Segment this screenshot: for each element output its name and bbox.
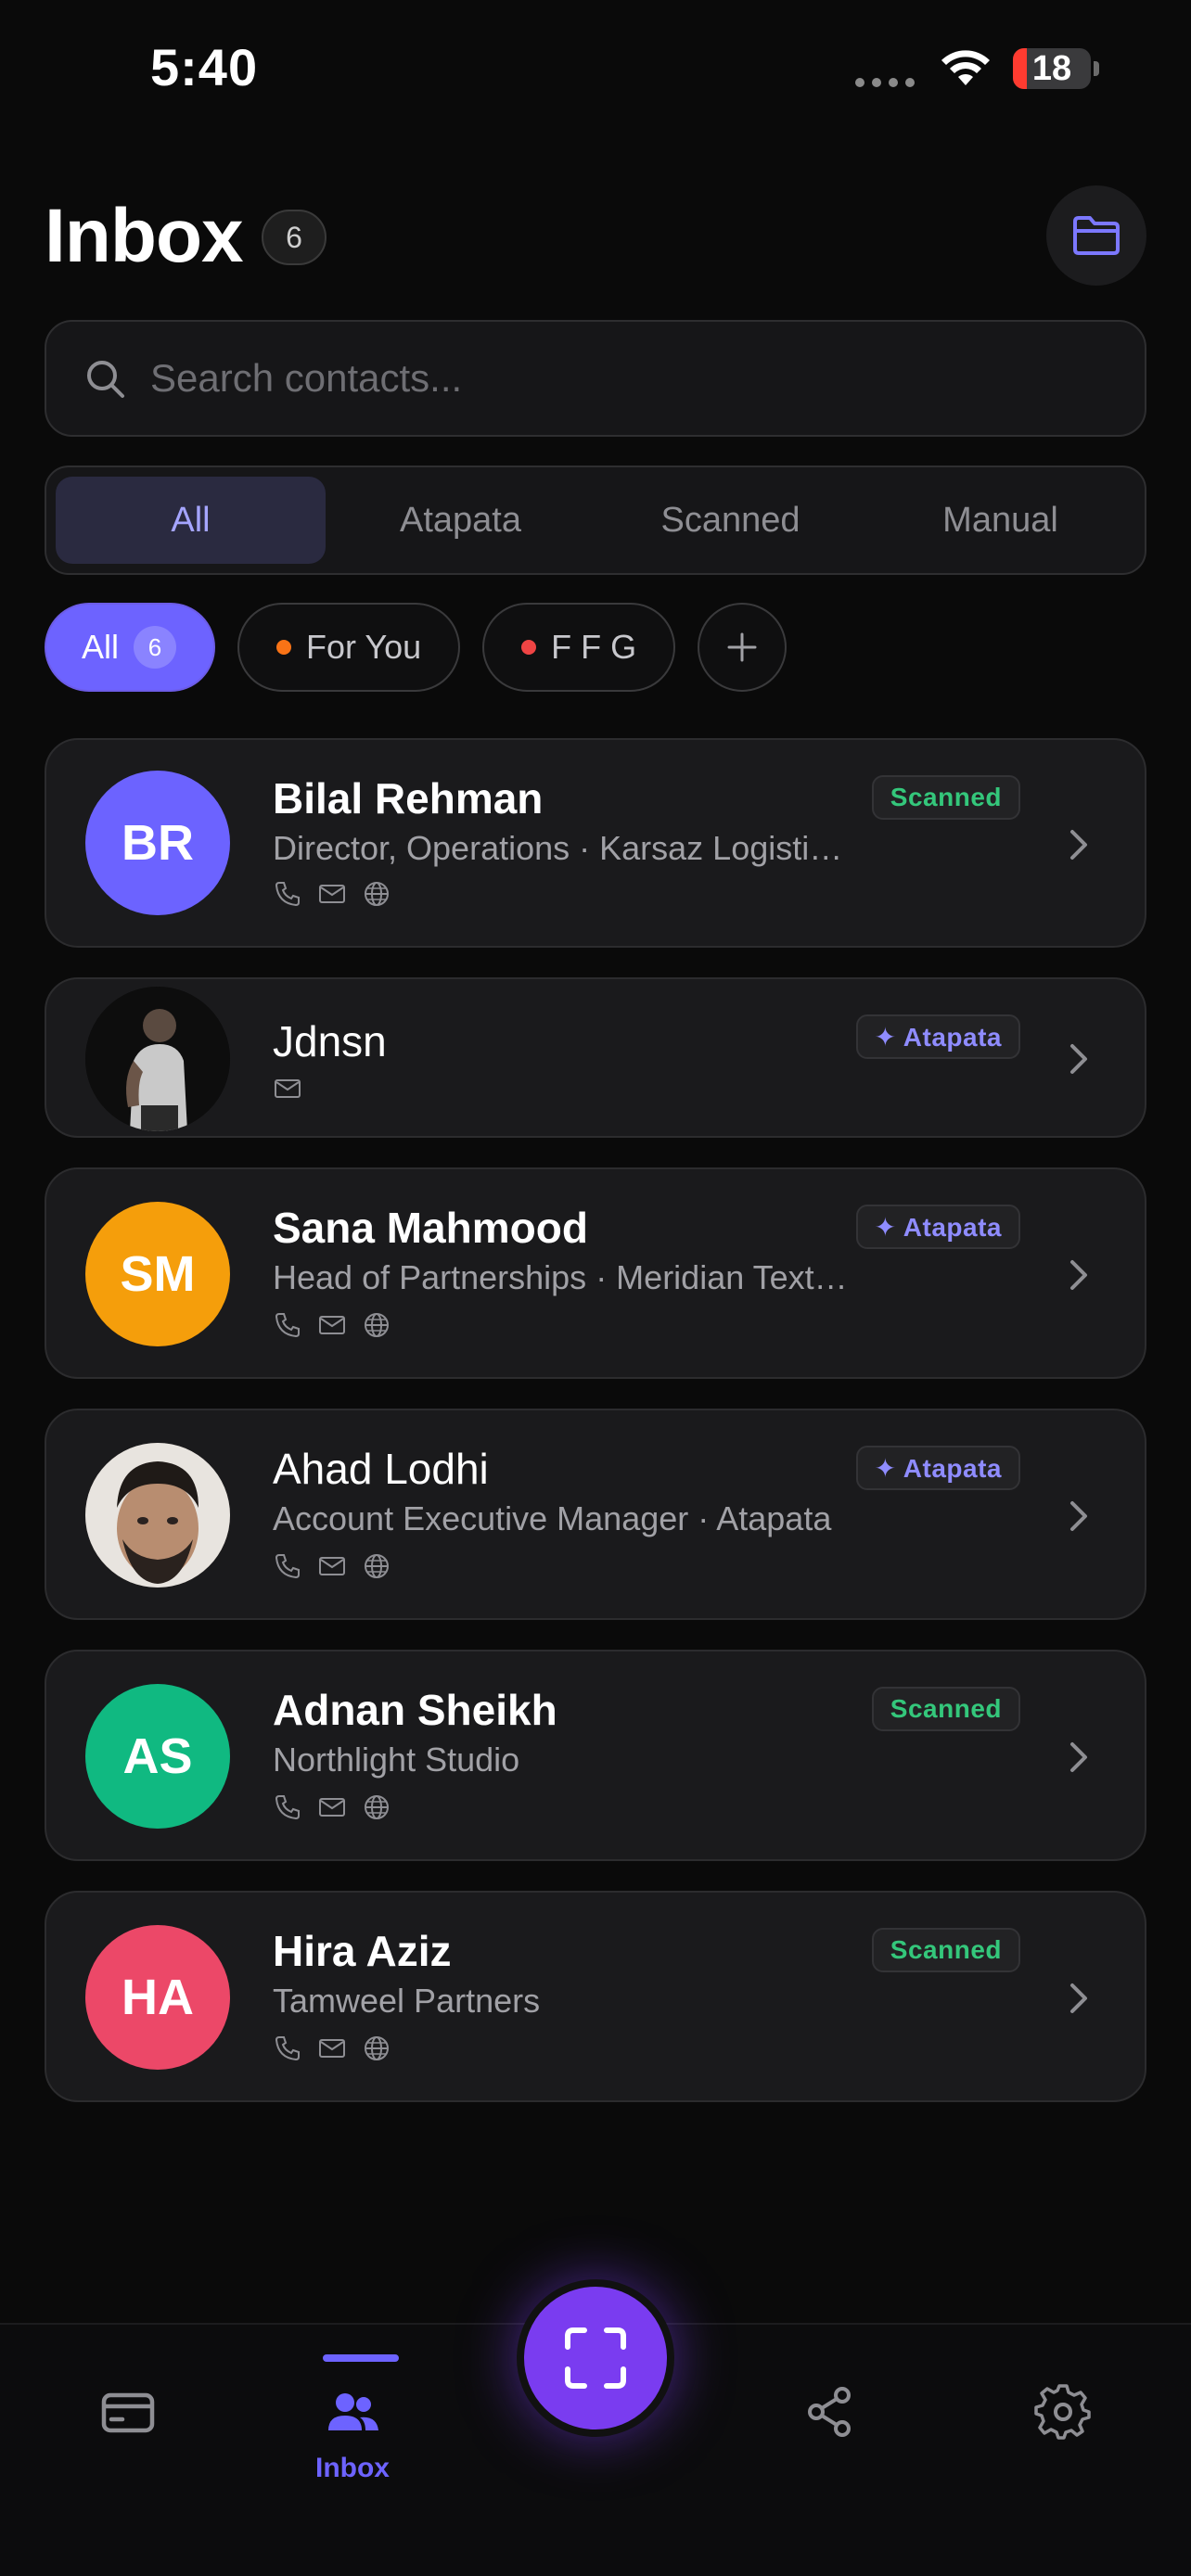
nav-share[interactable] — [800, 2382, 859, 2442]
chevron-right-icon — [1070, 830, 1087, 860]
chip-all-count: 6 — [134, 626, 177, 669]
scan-button[interactable] — [517, 2279, 674, 2437]
avatar: HA — [85, 1925, 230, 2070]
chip-for-you[interactable]: For You — [237, 603, 461, 692]
signal-icon — [855, 78, 915, 87]
contact-name: Ahad Lodhi — [273, 1445, 489, 1493]
chip-ffg-label: F F G — [551, 628, 637, 666]
phone-icon — [275, 1554, 300, 1579]
search-bar — [45, 320, 1146, 437]
plus-icon — [727, 632, 757, 662]
chevron-right-icon — [1070, 1742, 1087, 1772]
contact-name: Bilal Rehman — [273, 774, 544, 823]
mail-icon — [275, 1079, 301, 1098]
folder-icon — [1073, 216, 1120, 255]
users-icon — [328, 2393, 378, 2430]
contact-subtitle: Tamweel Partners — [273, 1982, 541, 2020]
contact-subtitle: Account Executive Manager · Atapata — [273, 1499, 832, 1537]
tab-atapata[interactable]: Atapata — [326, 477, 596, 564]
folder-button[interactable] — [1046, 185, 1146, 286]
nav-inbox-label: Inbox — [315, 2453, 390, 2483]
phone-icon — [275, 2036, 300, 2061]
source-badge: Scanned — [871, 1928, 1020, 1972]
chip-for-you-label: For You — [306, 628, 422, 666]
search-input[interactable] — [150, 356, 1078, 401]
tab-manual[interactable]: Manual — [865, 477, 1135, 564]
battery-level: 18 — [1031, 48, 1072, 88]
phone-icon — [275, 1795, 300, 1820]
source-filter-tabs: All Atapata Scanned Manual — [45, 465, 1146, 575]
phone-icon — [275, 882, 300, 907]
profile-photo — [85, 1443, 230, 1588]
source-badge: Scanned — [871, 1687, 1020, 1731]
chip-all[interactable]: All 6 — [45, 603, 216, 692]
card-icon — [101, 2392, 155, 2433]
avatar: SM — [85, 1202, 230, 1346]
mail-icon — [319, 1557, 345, 1575]
contact-subtitle: Head of Partnerships · Meridian Text… — [273, 1258, 848, 1296]
chevron-right-icon — [1070, 1983, 1087, 2013]
avatar: BR — [85, 771, 230, 915]
nav-settings[interactable] — [1033, 2382, 1093, 2442]
contact-card-jdnsn[interactable]: Jdnsn ✦ Atapata — [45, 977, 1146, 1138]
globe-icon — [365, 1795, 389, 1819]
inbox-count-badge: 6 — [262, 210, 327, 265]
battery-icon: 18 — [1013, 48, 1100, 89]
chevron-right-icon — [1070, 1044, 1087, 1074]
nav-inbox[interactable]: Inbox — [315, 2382, 390, 2484]
chip-all-label: All — [82, 628, 120, 666]
contact-subtitle: Director, Operations · Karsaz Logisti… — [273, 829, 843, 867]
nav-cards[interactable] — [98, 2382, 158, 2442]
chevron-right-icon — [1070, 1501, 1087, 1531]
mail-icon — [319, 1798, 345, 1817]
ffg-dot — [521, 640, 537, 655]
avatar — [85, 1443, 230, 1588]
tab-scanned[interactable]: Scanned — [596, 477, 865, 564]
mail-icon — [319, 1316, 345, 1334]
mail-icon — [319, 2039, 345, 2058]
globe-icon — [365, 1313, 389, 1337]
avatar: AS — [85, 1684, 230, 1829]
contact-name: Adnan Sheikh — [273, 1686, 557, 1734]
source-badge: ✦ Atapata — [855, 1014, 1020, 1059]
gear-icon — [1034, 2384, 1091, 2440]
wifi-icon — [941, 50, 990, 85]
mail-icon — [319, 885, 345, 903]
contact-name: Jdnsn — [273, 1017, 387, 1065]
contact-card-sana-mahmood[interactable]: SM Sana Mahmood Head of Partnerships · M… — [45, 1167, 1146, 1379]
contact-card-adnan-sheikh[interactable]: AS Adnan Sheikh Northlight Studio Scanne… — [45, 1650, 1146, 1861]
status-bar: 5:40 18 — [0, 0, 1191, 139]
add-tag-button[interactable] — [698, 603, 788, 692]
share-icon — [808, 2387, 851, 2437]
source-badge: Scanned — [871, 775, 1020, 820]
chip-ffg[interactable]: F F G — [482, 603, 676, 692]
chevron-right-icon — [1070, 1260, 1087, 1290]
search-icon — [87, 361, 124, 398]
scan-icon — [565, 2327, 626, 2389]
avatar — [85, 987, 230, 1131]
source-badge: ✦ Atapata — [855, 1205, 1020, 1249]
for-you-dot — [276, 640, 292, 655]
tab-all[interactable]: All — [56, 477, 326, 564]
page-title: Inbox — [45, 194, 244, 278]
globe-icon — [365, 882, 389, 906]
status-time: 5:40 — [150, 38, 259, 96]
contact-card-bilal-rehman[interactable]: BR Bilal Rehman Director, Operations · K… — [45, 738, 1146, 948]
profile-photo — [85, 987, 230, 1131]
active-tab-indicator — [323, 2354, 399, 2362]
phone-icon — [275, 1313, 300, 1338]
contact-card-hira-aziz[interactable]: HA Hira Aziz Tamweel Partners Scanned — [45, 1891, 1146, 2102]
contact-subtitle: Northlight Studio — [273, 1741, 520, 1779]
contact-name: Sana Mahmood — [273, 1204, 588, 1252]
globe-icon — [365, 2036, 389, 2060]
contact-card-ahad-lodhi[interactable]: Ahad Lodhi Account Executive Manager · A… — [45, 1409, 1146, 1620]
source-badge: ✦ Atapata — [855, 1446, 1020, 1490]
globe-icon — [365, 1554, 389, 1578]
tag-chips: All 6 For You F F G — [45, 603, 788, 692]
contact-name: Hira Aziz — [273, 1927, 452, 1975]
